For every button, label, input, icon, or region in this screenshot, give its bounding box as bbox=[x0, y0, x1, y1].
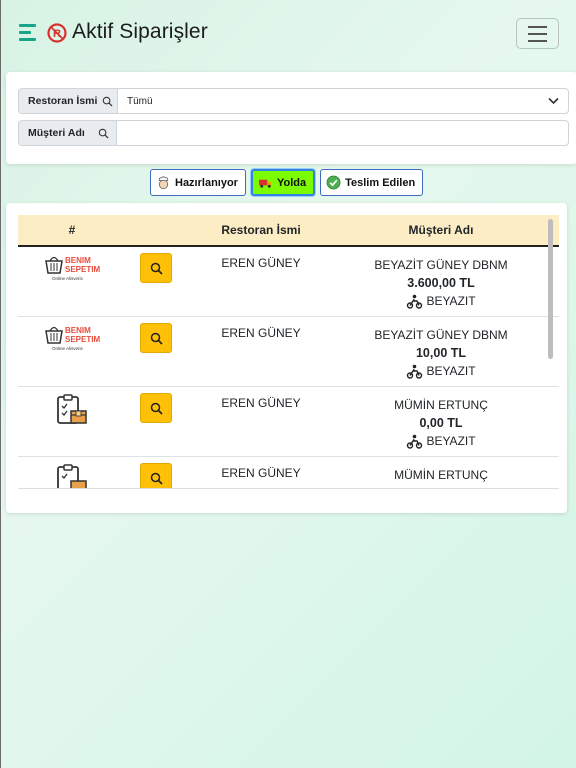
column-header-restaurant: Restoran İsmi bbox=[221, 223, 301, 237]
search-icon bbox=[103, 96, 113, 107]
logo-text: BENIM bbox=[65, 256, 91, 265]
chef-icon bbox=[158, 176, 169, 189]
orders-card: # Restoran İsmi Müşteri Adı BENIM SEPETI… bbox=[6, 203, 567, 513]
orders-table[interactable]: # Restoran İsmi Müşteri Adı BENIM SEPETI… bbox=[18, 215, 559, 489]
logo-text: SEPETIM bbox=[65, 335, 100, 344]
restaurant-filter-label: Restoran İsmi bbox=[18, 88, 118, 114]
motorcycle-courier-icon bbox=[407, 434, 423, 449]
order-amount: 3.600,00 TL bbox=[407, 276, 475, 290]
scrollbar-thumb[interactable] bbox=[548, 219, 553, 359]
restaurant-name: EREN GÜNEY bbox=[221, 466, 301, 480]
table-row[interactable]: BENIM SEPETIM Online Alisveris EREN GÜNE… bbox=[18, 317, 559, 387]
navbar-menu-button[interactable] bbox=[516, 18, 559, 49]
benim-sepetim-logo: BENIM SEPETIM Online Alisveris bbox=[45, 256, 100, 281]
clipboard-box-icon bbox=[57, 394, 87, 424]
courier-info: BEYAZIT bbox=[336, 362, 546, 380]
restaurant-select-value: Tümü bbox=[127, 95, 153, 107]
courier-name: BEYAZIT bbox=[426, 294, 476, 308]
tab-preparing[interactable]: Hazırlanıyor bbox=[150, 169, 246, 196]
tab-delivered-label: Teslim Edilen bbox=[345, 176, 416, 189]
table-header: # Restoran İsmi Müşteri Adı bbox=[18, 215, 559, 247]
table-scrollbar[interactable] bbox=[546, 215, 555, 489]
customer-name: MÜMİN ERTUNÇ bbox=[394, 468, 488, 482]
logo-text: SEPETIM bbox=[65, 265, 100, 274]
table-row[interactable]: BENIM SEPETIM Online Alisveris EREN GÜNE… bbox=[18, 247, 559, 317]
courier-info: BEYAZIT bbox=[336, 432, 546, 450]
benim-sepetim-logo: BENIM SEPETIM Online Alisveris bbox=[45, 326, 100, 351]
search-icon bbox=[98, 128, 109, 139]
search-icon bbox=[150, 332, 163, 345]
restaurant-name: EREN GÜNEY bbox=[221, 396, 301, 410]
courier-info: BEYAZIT bbox=[336, 292, 546, 310]
customer-cell: BEYAZİT GÜNEY DBNM 3.600,00 TL BEYAZIT bbox=[336, 247, 546, 310]
view-order-button[interactable] bbox=[140, 253, 172, 283]
search-icon bbox=[150, 472, 163, 485]
top-bar: R Aktif Siparişler bbox=[1, 0, 576, 68]
restaurant-filter-label-text: Restoran İsmi bbox=[28, 95, 98, 107]
order-amount: 10,00 TL bbox=[415, 346, 467, 360]
chevron-down-icon bbox=[548, 97, 559, 105]
customer-cell: MÜMİN ERTUNÇ bbox=[336, 457, 546, 484]
view-order-button[interactable] bbox=[140, 393, 172, 423]
registered-logo-icon: R bbox=[47, 23, 67, 43]
courier-name: BEYAZIT bbox=[426, 364, 476, 378]
tab-delivered[interactable]: Teslim Edilen bbox=[320, 169, 424, 196]
customer-filter-label: Müşteri Adı bbox=[18, 120, 117, 146]
motorcycle-courier-icon bbox=[407, 364, 423, 379]
restaurant-select[interactable]: Tümü bbox=[118, 88, 569, 114]
filter-panel: Restoran İsmi Tümü Müşteri Adı bbox=[6, 72, 576, 164]
status-tabs: Hazırlanıyor Yolda Teslim Edilen bbox=[150, 169, 424, 196]
customer-name: BEYAZİT GÜNEY DBNM bbox=[374, 328, 508, 342]
clipboard-box-icon bbox=[57, 464, 87, 488]
logo-text: BENIM bbox=[65, 326, 91, 335]
search-icon bbox=[150, 262, 163, 275]
tab-on-the-way-label: Yolda bbox=[276, 176, 307, 189]
restaurant-name: EREN GÜNEY bbox=[221, 256, 301, 270]
customer-name-input[interactable] bbox=[117, 120, 569, 146]
restaurant-name: EREN GÜNEY bbox=[221, 326, 301, 340]
logo-text: Online Alisveris bbox=[52, 346, 84, 351]
column-header-customer: Müşteri Adı bbox=[408, 223, 474, 237]
customer-filter: Müşteri Adı bbox=[18, 120, 569, 146]
sidebar-toggle-icon[interactable] bbox=[19, 24, 36, 42]
customer-filter-label-text: Müşteri Adı bbox=[28, 127, 85, 139]
customer-cell: MÜMİN ERTUNÇ 0,00 TL BEYAZIT bbox=[336, 387, 546, 450]
restaurant-filter: Restoran İsmi Tümü bbox=[18, 88, 569, 114]
customer-cell: BEYAZİT GÜNEY DBNM 10,00 TL BEYAZIT bbox=[336, 317, 546, 380]
delivery-truck-icon bbox=[258, 179, 273, 188]
customer-name: MÜMİN ERTUNÇ bbox=[394, 398, 488, 412]
column-header-number: # bbox=[68, 223, 76, 237]
customer-name: BEYAZİT GÜNEY DBNM bbox=[374, 258, 508, 272]
courier-name: BEYAZIT bbox=[426, 434, 476, 448]
table-row[interactable]: EREN GÜNEY MÜMİN ERTUNÇ 0,00 TL BEYAZIT bbox=[18, 387, 559, 457]
search-icon bbox=[150, 402, 163, 415]
view-order-button[interactable] bbox=[140, 323, 172, 353]
order-amount: 0,00 TL bbox=[419, 416, 463, 430]
motorcycle-courier-icon bbox=[407, 294, 423, 309]
page-title: Aktif Siparişler bbox=[72, 20, 208, 43]
view-order-button[interactable] bbox=[140, 463, 172, 488]
logo-text: Online Alisveris bbox=[52, 276, 84, 281]
table-row[interactable]: EREN GÜNEY MÜMİN ERTUNÇ bbox=[18, 457, 559, 488]
tab-preparing-label: Hazırlanıyor bbox=[175, 176, 238, 189]
tab-on-the-way[interactable]: Yolda bbox=[250, 169, 316, 196]
check-circle-icon bbox=[326, 175, 341, 190]
